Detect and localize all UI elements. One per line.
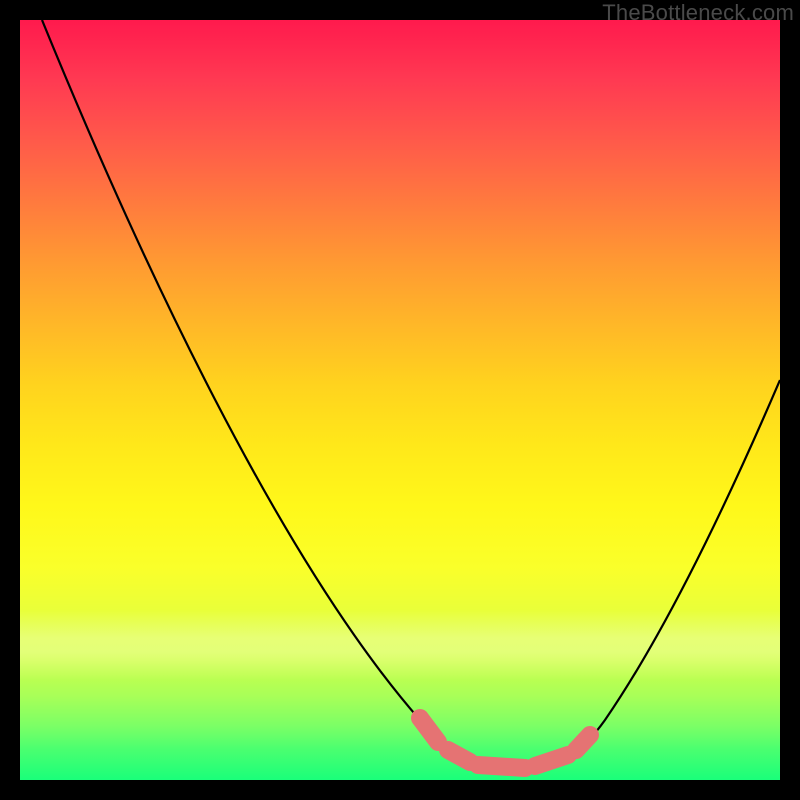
chart-frame: TheBottleneck.com (0, 0, 800, 800)
watermark-text: TheBottleneck.com (602, 0, 794, 26)
chart-plot-area (20, 20, 780, 780)
